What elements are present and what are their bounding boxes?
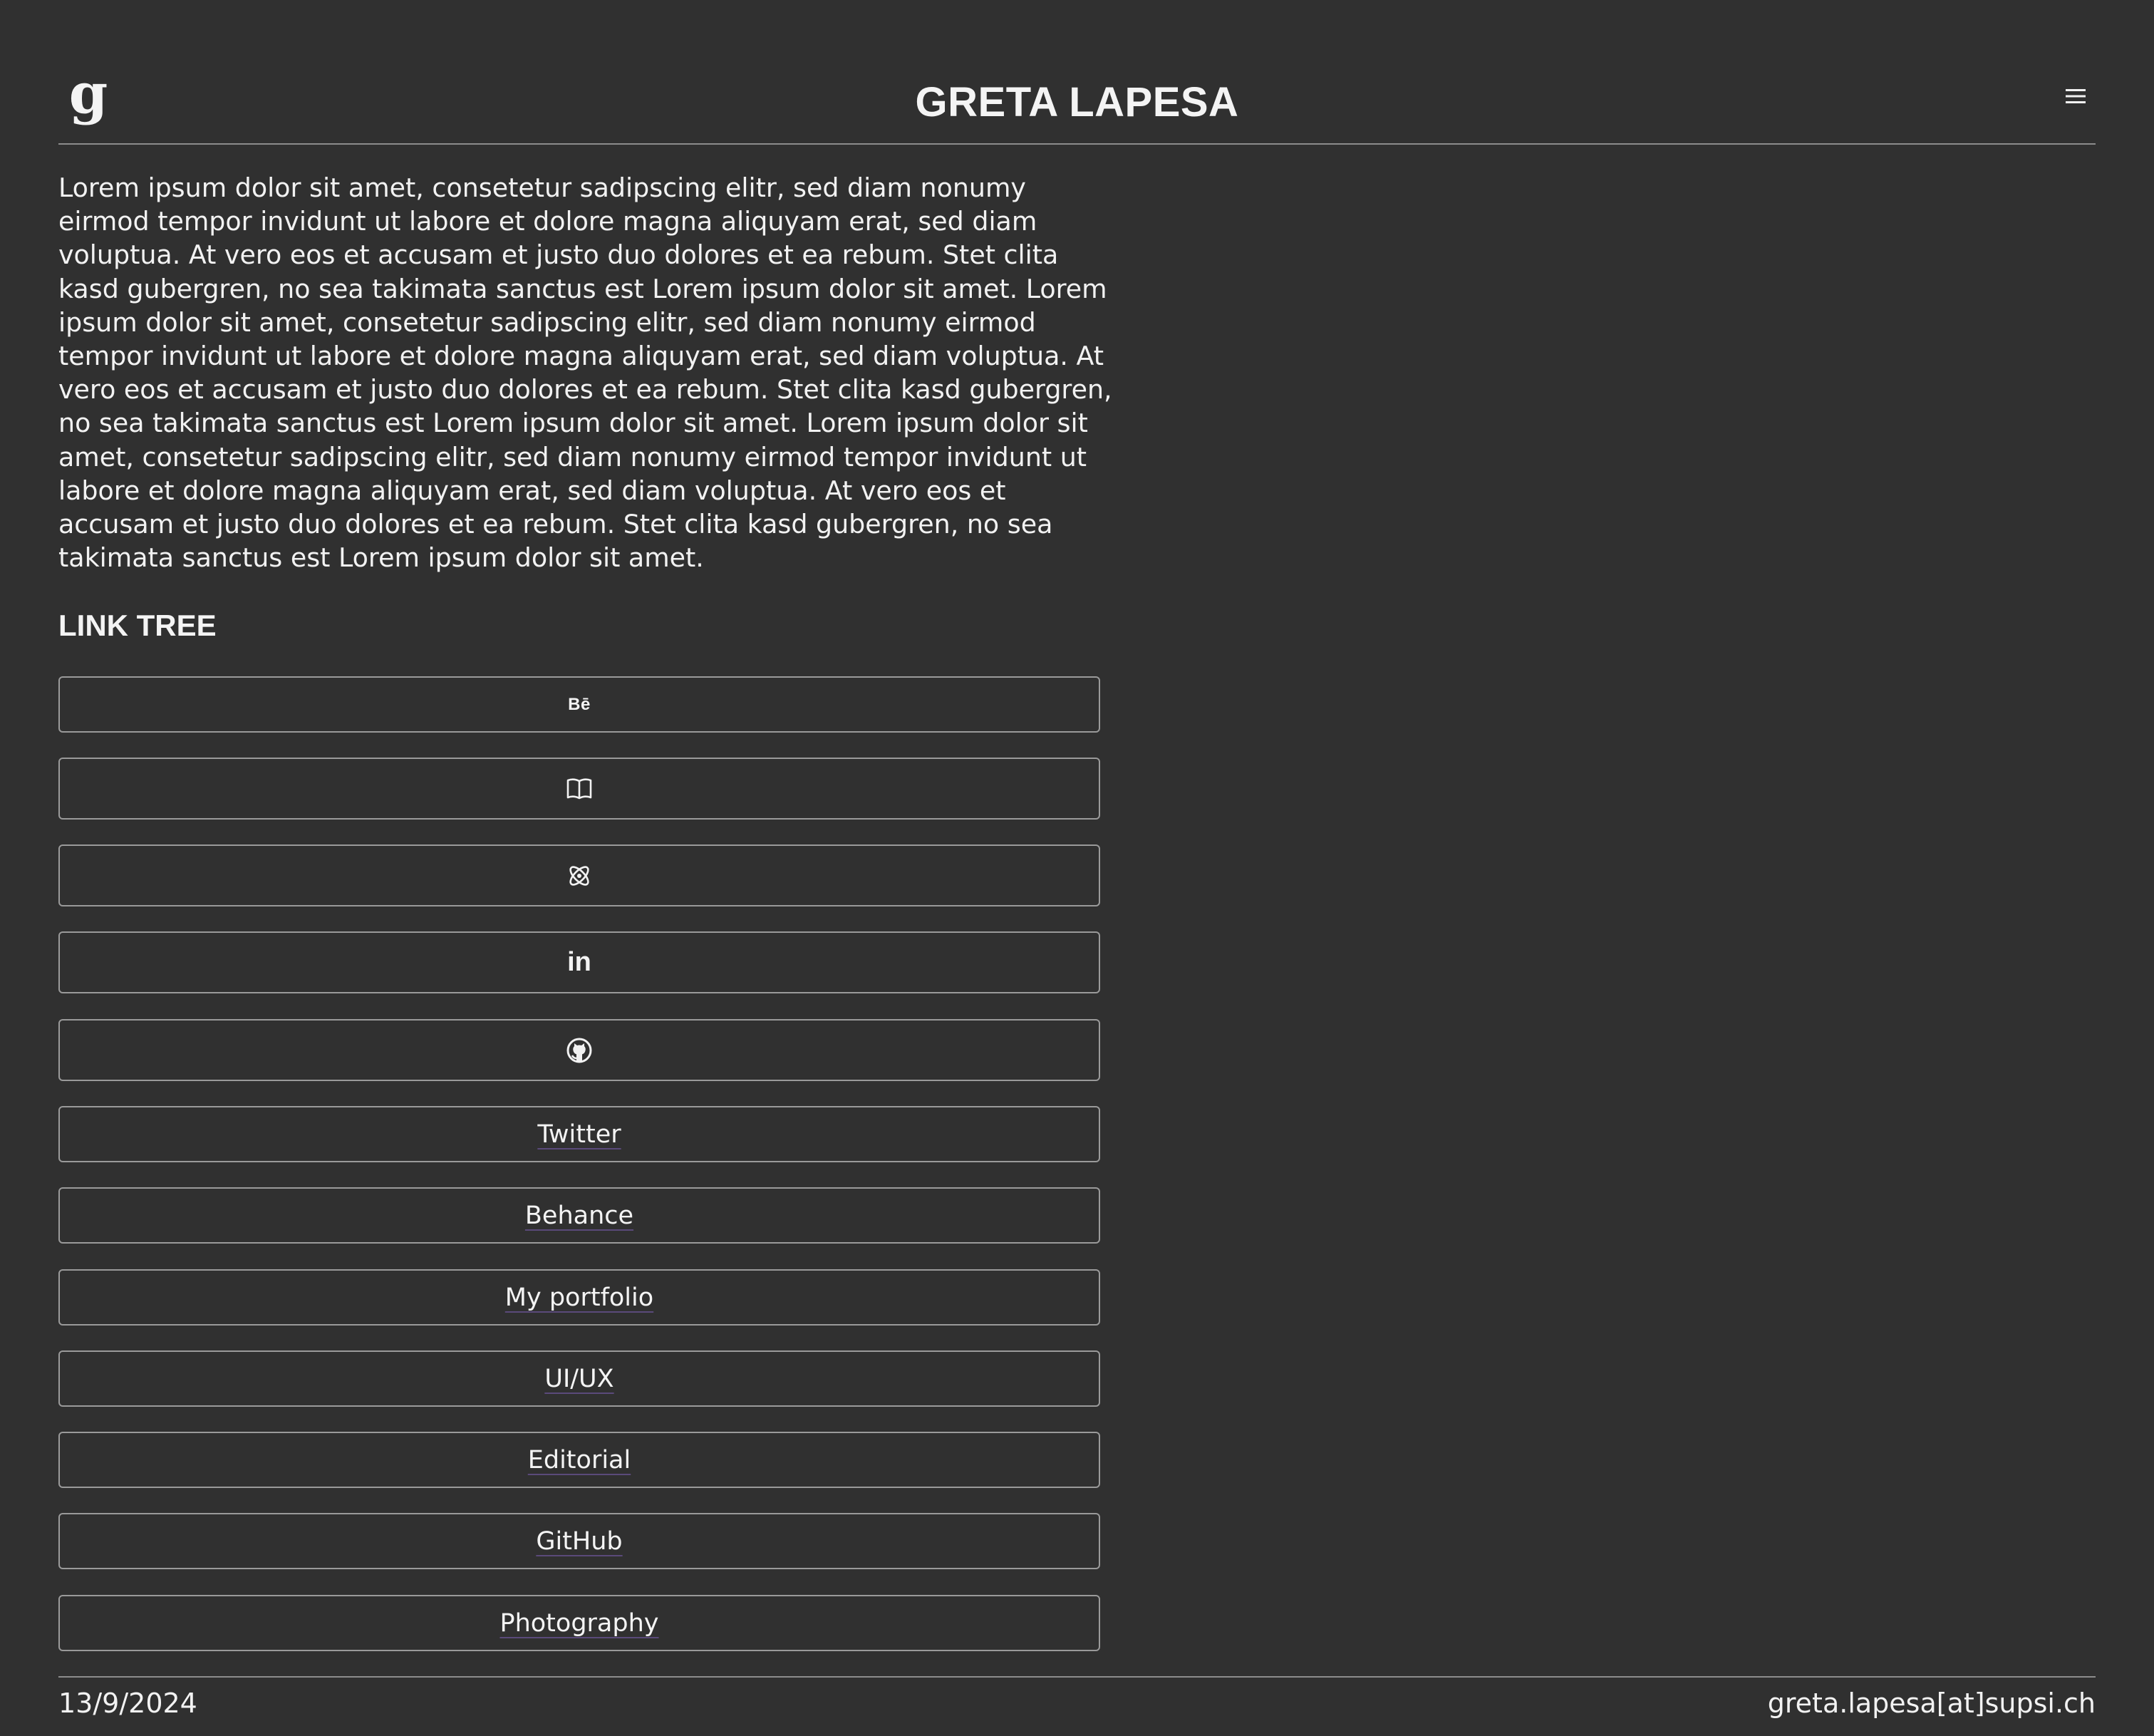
footer-date: 13/9/2024 [58, 1688, 197, 1719]
portfolio-link[interactable]: My portfolio [58, 1269, 1100, 1326]
behance-link[interactable]: Behance [58, 1187, 1100, 1244]
behance-icon-link[interactable]: Bē [58, 676, 1100, 733]
footer-divider [58, 1676, 2096, 1678]
link-tree-heading: LINK TREE [58, 609, 217, 642]
uiux-link-label: UI/UX [544, 1364, 614, 1393]
linkedin-icon: in [567, 947, 591, 977]
photography-link-label: Photography [499, 1608, 659, 1638]
intro-paragraph: Lorem ipsum dolor sit amet, consetetur s… [58, 172, 1112, 574]
twitter-link[interactable]: Twitter [58, 1106, 1100, 1162]
book-icon [566, 777, 593, 801]
behance-icon: Bē [568, 694, 591, 714]
linkedin-icon-link[interactable]: in [58, 931, 1100, 993]
github-link[interactable]: GitHub [58, 1513, 1100, 1569]
editorial-link[interactable]: Editorial [58, 1432, 1100, 1488]
hamburger-menu-icon [2066, 89, 2086, 103]
site-title: GRETA LAPESA [915, 79, 1239, 125]
behance-link-label: Behance [524, 1201, 634, 1230]
github-link-label: GitHub [536, 1526, 623, 1556]
site-header: g GRETA LAPESA [58, 0, 2096, 145]
photography-link[interactable]: Photography [58, 1595, 1100, 1651]
github-icon-link[interactable] [58, 1019, 1100, 1081]
book-icon-link[interactable] [58, 758, 1100, 820]
atom-icon [565, 862, 594, 890]
uiux-link[interactable]: UI/UX [58, 1350, 1100, 1407]
menu-button[interactable] [2061, 82, 2090, 110]
github-icon [565, 1036, 594, 1065]
atom-icon-link[interactable] [58, 844, 1100, 906]
footer-email[interactable]: greta.lapesa[at]supsi.ch [1768, 1685, 2096, 1722]
portfolio-link-label: My portfolio [504, 1283, 654, 1312]
editorial-link-label: Editorial [527, 1445, 631, 1474]
twitter-link-label: Twitter [537, 1120, 621, 1149]
